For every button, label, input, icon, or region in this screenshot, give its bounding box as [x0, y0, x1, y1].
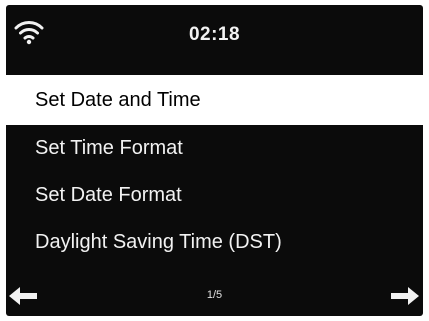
page-indicator: 1/5	[206, 289, 223, 301]
menu-item-daylight-saving-time[interactable]: Daylight Saving Time (DST)	[6, 219, 423, 266]
menu-item-set-date-format[interactable]: Set Date Format	[6, 172, 423, 219]
status-bar: 02:18	[6, 5, 423, 75]
device-display: 02:18 Set Date and Time Set Time Format …	[6, 5, 423, 316]
menu-item-set-date-and-time[interactable]: Set Date and Time	[6, 75, 423, 125]
arrow-right-icon[interactable]	[390, 286, 420, 306]
clock-time: 02:18	[188, 24, 241, 45]
menu-item-set-time-format[interactable]: Set Time Format	[6, 125, 423, 172]
menu-list: Set Date and Time Set Time Format Set Da…	[6, 75, 423, 266]
navigation-bar: 1/5	[6, 278, 423, 316]
